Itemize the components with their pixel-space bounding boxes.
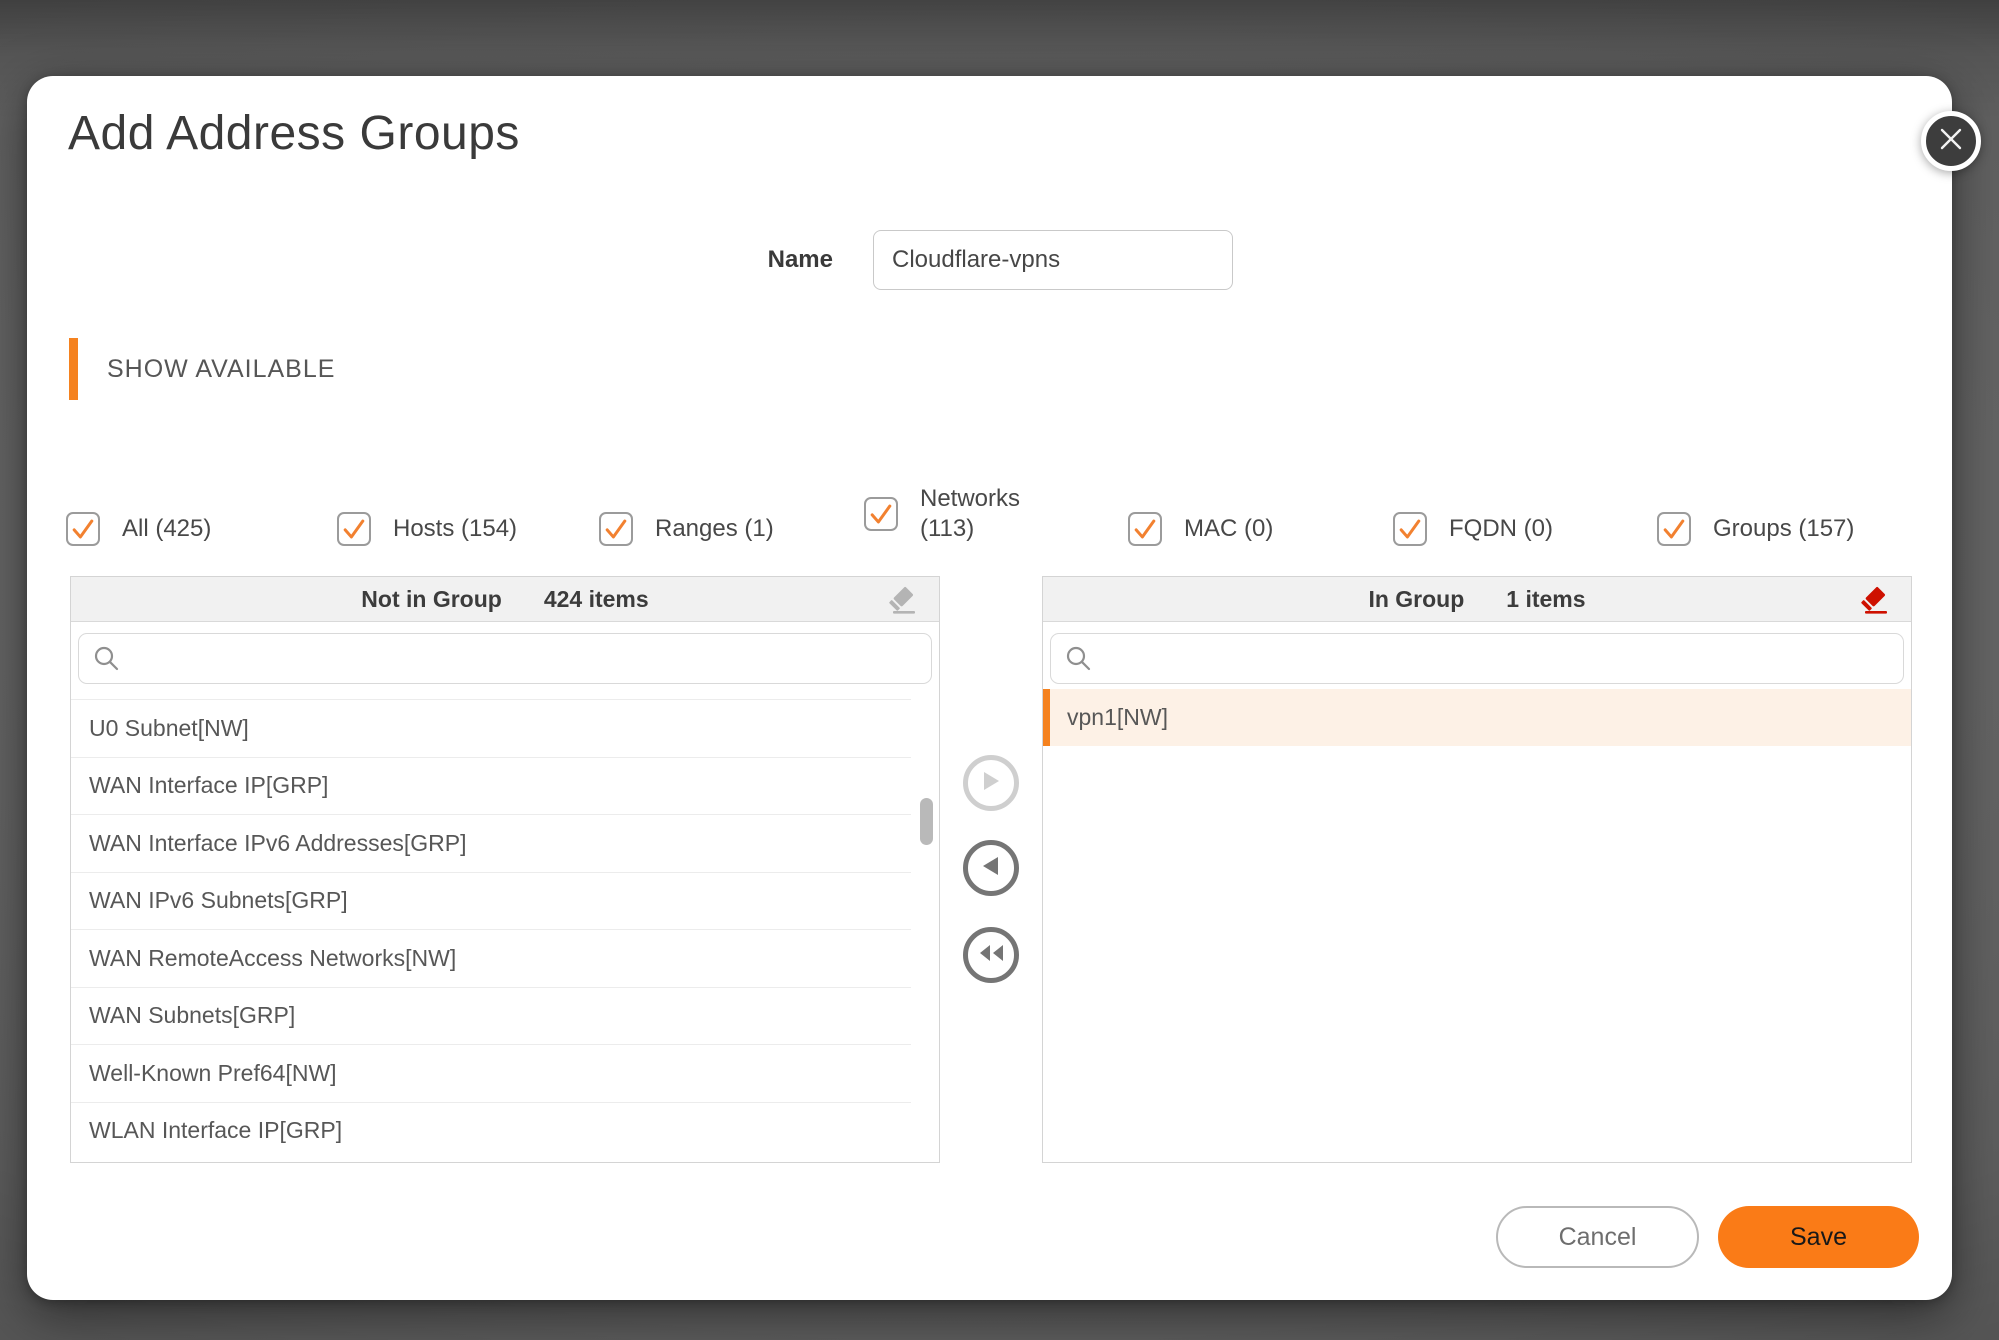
list-item[interactable]: U0 Subnet[NW] bbox=[71, 699, 911, 757]
checkbox-fqdn[interactable] bbox=[1393, 512, 1427, 546]
not-in-group-list: U0 Subnet[NW] WAN Interface IP[GRP] WAN … bbox=[71, 699, 911, 1162]
list-item-selected[interactable]: vpn1[NW] bbox=[1043, 689, 1911, 746]
in-group-header: In Group 1 items bbox=[1043, 577, 1911, 622]
double-arrow-left-icon bbox=[978, 943, 1005, 968]
filter-label: Networks (113) bbox=[920, 484, 1044, 544]
filter-label: Hosts (154) bbox=[393, 514, 517, 544]
in-group-panel: In Group 1 items vpn1[NW] bbox=[1042, 576, 1912, 1163]
list-item[interactable]: WAN IPv6 Subnets[GRP] bbox=[71, 872, 911, 930]
close-icon bbox=[1939, 127, 1963, 156]
filter-fqdn: FQDN (0) bbox=[1393, 496, 1553, 562]
checkbox-networks[interactable] bbox=[864, 497, 898, 531]
eraser-icon bbox=[885, 584, 921, 619]
checkbox-ranges[interactable] bbox=[599, 512, 633, 546]
eraser-icon bbox=[1857, 584, 1893, 619]
list-item[interactable]: WAN Interface IPv6 Addresses[GRP] bbox=[71, 814, 911, 872]
in-group-search bbox=[1050, 633, 1904, 684]
list-item[interactable]: Well-Known Pref64[NW] bbox=[71, 1044, 911, 1102]
filter-networks: Networks (113) bbox=[864, 474, 1044, 554]
list-item[interactable]: WAN RemoteAccess Networks[NW] bbox=[71, 929, 911, 987]
close-button[interactable] bbox=[1921, 111, 1981, 171]
save-button[interactable]: Save bbox=[1718, 1206, 1919, 1268]
filter-label: Groups (157) bbox=[1713, 514, 1854, 544]
filter-label: FQDN (0) bbox=[1449, 514, 1553, 544]
section-header: SHOW AVAILABLE bbox=[107, 338, 335, 400]
checkbox-mac[interactable] bbox=[1128, 512, 1162, 546]
scrollbar-thumb[interactable] bbox=[920, 798, 933, 845]
search-input[interactable] bbox=[131, 635, 921, 682]
checkbox-all[interactable] bbox=[66, 512, 100, 546]
clear-in-group-button[interactable] bbox=[1855, 583, 1895, 619]
list-item[interactable]: WAN Subnets[GRP] bbox=[71, 987, 911, 1045]
section-accent-bar bbox=[69, 338, 78, 400]
not-in-group-search bbox=[78, 633, 932, 684]
filter-hosts: Hosts (154) bbox=[337, 496, 517, 562]
move-all-left-button[interactable] bbox=[963, 927, 1019, 983]
arrow-right-icon bbox=[981, 770, 1001, 797]
filter-label: MAC (0) bbox=[1184, 514, 1273, 544]
arrow-left-icon bbox=[981, 855, 1001, 882]
add-address-groups-dialog: Add Address Groups Name SHOW AVAILABLE A… bbox=[27, 76, 1952, 1300]
filter-all: All (425) bbox=[66, 496, 211, 562]
cancel-button[interactable]: Cancel bbox=[1496, 1206, 1699, 1268]
filter-groups: Groups (157) bbox=[1657, 496, 1854, 562]
filter-mac: MAC (0) bbox=[1128, 496, 1273, 562]
page-title: Add Address Groups bbox=[68, 104, 520, 164]
search-input[interactable] bbox=[1103, 635, 1893, 682]
checkbox-groups[interactable] bbox=[1657, 512, 1691, 546]
name-input[interactable] bbox=[873, 230, 1233, 290]
filter-label: All (425) bbox=[122, 514, 211, 544]
panel-title: In Group bbox=[1368, 586, 1464, 613]
clear-not-in-group-button[interactable] bbox=[883, 583, 923, 619]
panel-item-count: 424 items bbox=[544, 586, 649, 613]
move-right-button[interactable] bbox=[963, 755, 1019, 811]
filter-label: Ranges (1) bbox=[655, 514, 774, 544]
checkbox-hosts[interactable] bbox=[337, 512, 371, 546]
move-left-button[interactable] bbox=[963, 840, 1019, 896]
panel-title: Not in Group bbox=[361, 586, 502, 613]
panel-item-count: 1 items bbox=[1506, 586, 1585, 613]
list-item[interactable]: WAN Interface IP[GRP] bbox=[71, 757, 911, 815]
name-field-label: Name bbox=[640, 232, 833, 288]
list-item[interactable]: WLAN Interface IP[GRP] bbox=[71, 1102, 911, 1160]
not-in-group-header: Not in Group 424 items bbox=[71, 577, 939, 622]
not-in-group-panel: Not in Group 424 items U0 Subnet[NW] WAN… bbox=[70, 576, 940, 1163]
filter-ranges: Ranges (1) bbox=[599, 496, 774, 562]
